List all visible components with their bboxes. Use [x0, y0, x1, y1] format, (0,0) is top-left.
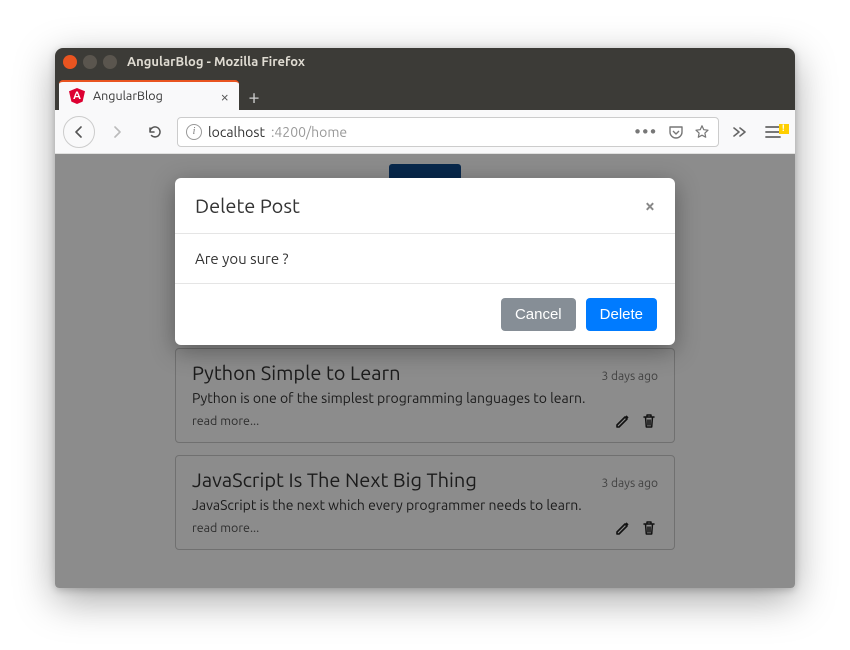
window-maximize-button[interactable] — [103, 55, 117, 69]
window-close-button[interactable] — [63, 55, 77, 69]
new-tab-button[interactable]: + — [239, 82, 269, 110]
modal-close-button[interactable]: × — [645, 196, 655, 216]
navigation-toolbar: i localhost :4200/home ••• — [55, 110, 795, 154]
tab-strip: A AngularBlog × + — [55, 76, 795, 110]
titlebar: AngularBlog - Mozilla Firefox — [55, 48, 795, 76]
page-actions-icon[interactable]: ••• — [635, 123, 658, 141]
modal-header: Delete Post × — [175, 178, 675, 234]
delete-button[interactable]: Delete — [586, 298, 657, 331]
reload-button[interactable] — [139, 116, 171, 148]
page-viewport: Python Simple to Learn 3 days ago Python… — [55, 154, 795, 588]
window-title: AngularBlog - Mozilla Firefox — [127, 55, 305, 69]
cancel-button[interactable]: Cancel — [501, 298, 576, 331]
modal-footer: Cancel Delete — [175, 284, 675, 345]
forward-button[interactable] — [101, 116, 133, 148]
url-bar-actions: ••• — [635, 123, 710, 141]
tab-active[interactable]: A AngularBlog × — [59, 80, 239, 110]
pocket-icon[interactable] — [668, 124, 684, 140]
tab-label: AngularBlog — [93, 89, 213, 103]
modal-body: Are you sure ? — [175, 234, 675, 284]
overflow-menu-button[interactable] — [725, 124, 753, 140]
url-bar[interactable]: i localhost :4200/home ••• — [177, 117, 719, 147]
delete-post-modal: Delete Post × Are you sure ? Cancel Dele… — [175, 178, 675, 345]
notification-badge-icon — [779, 124, 789, 134]
url-host: localhost — [208, 124, 265, 140]
hamburger-menu-button[interactable] — [759, 124, 787, 140]
window-minimize-button[interactable] — [83, 55, 97, 69]
angular-favicon-icon: A — [69, 88, 85, 104]
modal-title: Delete Post — [195, 194, 300, 217]
url-path: :4200/home — [271, 124, 347, 140]
site-info-icon[interactable]: i — [186, 124, 202, 140]
bookmark-star-icon[interactable] — [694, 124, 710, 140]
back-button[interactable] — [63, 116, 95, 148]
browser-window: AngularBlog - Mozilla Firefox A AngularB… — [55, 48, 795, 588]
window-controls — [63, 55, 117, 69]
tab-close-button[interactable]: × — [221, 89, 229, 104]
